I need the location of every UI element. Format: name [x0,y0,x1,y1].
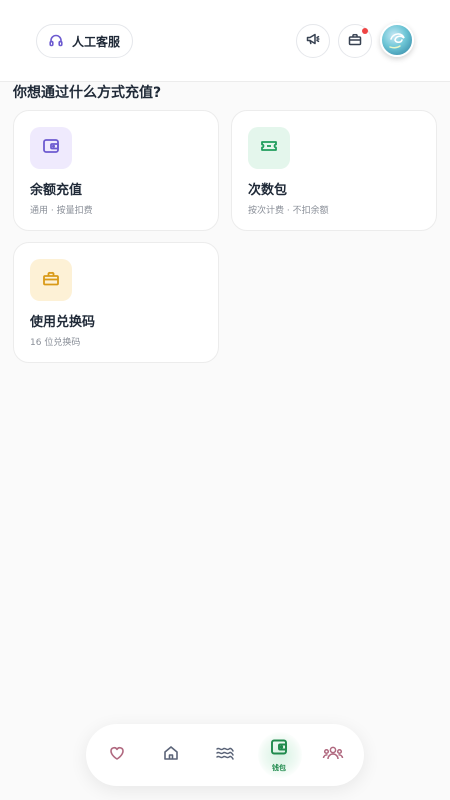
gift-button[interactable] [338,24,372,58]
gift-icon [41,268,61,292]
avatar[interactable] [380,23,414,57]
users-icon [322,744,344,766]
announcement-button[interactable] [296,24,330,58]
nav-favorites[interactable] [93,724,141,786]
customer-service-button[interactable]: 人工客服 [36,24,134,58]
card-subtitle: 16 位兑换码 [30,338,81,348]
nav-home[interactable] [147,724,195,786]
heart-icon [108,744,126,766]
card-title: 次数包 [248,183,288,198]
wallet-icon [41,136,61,160]
nav-wallet-label: 钱包 [272,764,286,772]
waves-icon [215,744,235,766]
card-title: 余额充值 [30,183,83,198]
ticket-tile [248,127,290,169]
page-title: 你想通过什么方式充值? [13,85,162,101]
megaphone-icon [305,31,321,51]
card-subtitle: 按次计费 · 不扣余额 [248,206,329,216]
card-subtitle: 通用 · 按量扣费 [30,206,93,216]
gift-tile [30,259,72,301]
wallet-icon [269,737,289,761]
nav-wallet[interactable]: 钱包 [255,724,303,786]
wallet-tile [30,127,72,169]
balance-recharge-card[interactable]: 余额充值 通用 · 按量扣费 [13,110,219,231]
customer-service-label: 人工客服 [72,34,121,49]
page: 人工客服 你想通过什么方式充值? 余额充值 通用 · 按量扣费 次数包 按次计费… [0,0,450,800]
count-package-card[interactable]: 次数包 按次计费 · 不扣余额 [231,110,437,231]
headset-icon [47,32,65,50]
notification-dot [362,28,368,34]
nav-community[interactable] [309,724,357,786]
ticket-icon [259,136,279,160]
bottom-nav: 钱包 [86,724,364,786]
nav-waves[interactable] [201,724,249,786]
gift-icon [347,31,363,51]
home-icon [162,744,180,766]
card-title: 使用兑换码 [30,315,96,330]
redeem-code-card[interactable]: 使用兑换码 16 位兑换码 [13,242,219,363]
top-bar: 人工客服 [0,0,450,82]
